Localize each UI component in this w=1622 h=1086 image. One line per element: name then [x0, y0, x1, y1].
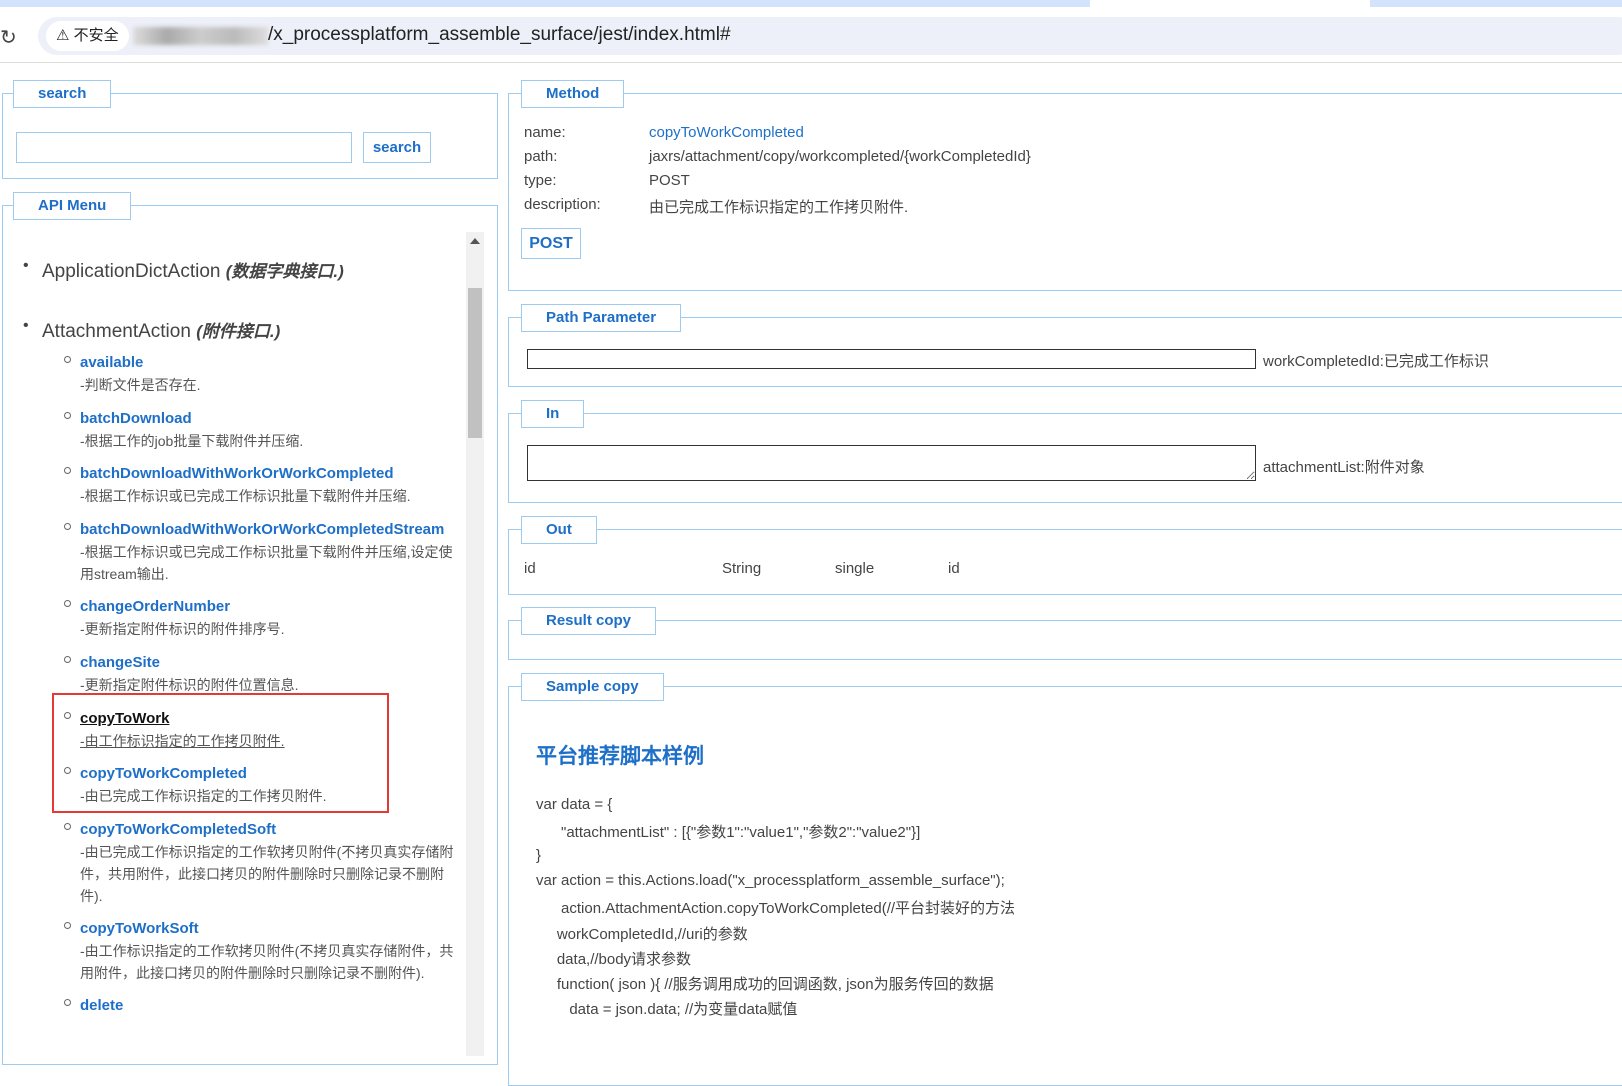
api-item-name[interactable]: delete: [80, 995, 465, 1017]
path-parameter-legend: Path Parameter: [521, 304, 682, 332]
highlight-box: [52, 693, 389, 813]
code-line: workCompletedId,//uri的参数: [536, 925, 748, 943]
api-menu-list: • ApplicationDictAction (数据字典接口.) • Attach…: [14, 230, 468, 1060]
circle-bullet-icon: [64, 823, 71, 830]
post-button[interactable]: POST: [521, 228, 581, 259]
out-field-multiplicity: single: [835, 560, 875, 577]
attachment-list-label: attachmentList:附件对象: [1263, 459, 1425, 476]
method-name: copyToWorkCompleted: [649, 124, 804, 141]
api-menu-item[interactable]: copyToWorkSoft -由工作标识指定的工作软拷贝附件(不拷贝真实存储附件…: [64, 918, 465, 984]
blurred-host: [133, 27, 268, 45]
api-menu-legend: API Menu: [13, 192, 132, 220]
group-name: AttachmentAction: [42, 321, 191, 342]
api-item-desc: -更新指定附件标识的附件位置信息.: [80, 677, 299, 693]
name-label: name:: [524, 124, 566, 141]
api-item-name[interactable]: available: [80, 352, 465, 374]
api-menu-item[interactable]: available -判断文件是否存在.: [64, 352, 465, 396]
out-field-name: id: [524, 560, 536, 577]
active-tab[interactable]: [1090, 0, 1370, 7]
result-copy-legend[interactable]: Result copy: [521, 607, 657, 635]
circle-bullet-icon: [64, 523, 71, 530]
work-completed-id-label: workCompletedId:已完成工作标识: [1263, 353, 1489, 370]
circle-bullet-icon: [64, 467, 71, 474]
circle-bullet-icon: [64, 999, 71, 1006]
description-label: description:: [524, 196, 601, 213]
code-line: function( json ){ //服务调用成功的回调函数, json为服务…: [536, 976, 994, 994]
search-legend: search: [13, 80, 112, 108]
api-menu-item[interactable]: batchDownloadWithWorkOrWorkCompletedStre…: [64, 519, 465, 585]
api-item-name[interactable]: batchDownload: [80, 408, 465, 430]
circle-bullet-icon: [64, 412, 71, 419]
code-line: var data = {: [536, 796, 613, 813]
result-panel: Result copy: [508, 607, 1622, 660]
sample-copy-legend[interactable]: Sample copy: [521, 673, 664, 701]
security-label: 不安全: [73, 27, 119, 44]
method-description: 由已完成工作标识指定的工作拷贝附件.: [649, 199, 909, 216]
api-menu-item[interactable]: batchDownload -根据工作的job批量下载附件并压缩.: [64, 408, 465, 452]
path-label: path:: [524, 148, 558, 165]
out-field-type: String: [722, 560, 762, 577]
circle-bullet-icon: [64, 656, 71, 663]
api-item-desc: -根据工作标识或已完成工作标识批量下载附件并压缩,设定使用stream输出.: [80, 544, 453, 582]
api-menu-item[interactable]: batchDownloadWithWorkOrWorkCompleted -根据工…: [64, 463, 465, 507]
tab-strip: [0, 0, 1622, 7]
code-line: data = json.data; //为变量data赋值: [536, 1001, 798, 1019]
api-menu-item[interactable]: copyToWorkCompletedSoft -由已完成工作标识指定的工作软拷贝…: [64, 819, 465, 907]
api-item-name[interactable]: copyToWorkSoft: [80, 918, 465, 940]
code-line: data,//body请求参数: [536, 950, 692, 968]
group-desc: (附件接口.): [196, 322, 281, 341]
method-panel: Method: [508, 80, 1622, 291]
code-line: action.AttachmentAction.copyToWorkComple…: [536, 900, 1016, 918]
scroll-up-icon[interactable]: [470, 238, 480, 244]
api-item-name[interactable]: copyToWorkCompletedSoft: [80, 819, 465, 841]
method-type: POST: [649, 172, 690, 189]
menu-group[interactable]: • ApplicationDictAction (数据字典接口.): [23, 257, 344, 283]
out-panel: Out: [508, 516, 1622, 595]
security-badge[interactable]: ⚠ 不安全: [46, 21, 129, 51]
out-legend: Out: [521, 516, 597, 544]
menu-scrollbar[interactable]: [466, 232, 484, 1056]
method-path: jaxrs/attachment/copy/workcompleted/{wor…: [649, 148, 1031, 165]
api-menu-item[interactable]: delete: [64, 995, 465, 1017]
search-button[interactable]: search: [363, 132, 431, 163]
api-item-name[interactable]: changeSite: [80, 652, 465, 674]
api-item-desc: -根据工作的job批量下载附件并压缩.: [80, 433, 304, 449]
scroll-thumb[interactable]: [468, 288, 482, 438]
api-item-name[interactable]: changeOrderNumber: [80, 596, 465, 618]
url-text[interactable]: /x_processplatform_assemble_surface/jest…: [268, 24, 731, 46]
code-line: }: [536, 846, 542, 864]
circle-bullet-icon: [64, 600, 71, 607]
code-line: var action = this.Actions.load("x_proces…: [536, 871, 1005, 889]
work-completed-id-input[interactable]: [527, 349, 1256, 369]
api-item-desc: -更新指定附件标识的附件排序号.: [80, 621, 285, 637]
group-name: ApplicationDictAction: [42, 261, 221, 282]
menu-group[interactable]: • AttachmentAction (附件接口.): [23, 317, 281, 343]
circle-bullet-icon: [64, 922, 71, 929]
reload-icon[interactable]: ↻: [0, 25, 17, 50]
api-item-desc: -由已完成工作标识指定的工作软拷贝附件(不拷贝真实存储附件，共用附件，此接口拷贝…: [80, 844, 454, 904]
api-item-desc: -由工作标识指定的工作软拷贝附件(不拷贝真实存储附件，共用附件，此接口拷贝的附件…: [80, 943, 454, 981]
code-line: "attachmentList" : [{"参数1":"value1","参数2…: [536, 824, 921, 842]
out-field-desc: id: [948, 560, 960, 577]
search-panel: search search: [2, 80, 498, 179]
group-desc: (数据字典接口.): [225, 262, 344, 281]
api-item-desc: -根据工作标识或已完成工作标识批量下载附件并压缩.: [80, 488, 411, 504]
api-item-desc: -判断文件是否存在.: [80, 377, 201, 393]
address-bar: ↻ ⚠ 不安全 /x_processplatform_assemble_surf…: [0, 7, 1622, 63]
api-item-name[interactable]: batchDownloadWithWorkOrWorkCompletedStre…: [80, 519, 465, 541]
attachment-list-textarea[interactable]: [527, 445, 1256, 481]
api-menu-item[interactable]: changeSite -更新指定附件标识的附件位置信息.: [64, 652, 465, 696]
circle-bullet-icon: [64, 356, 71, 363]
url-box[interactable]: ⚠ 不安全 /x_processplatform_assemble_surfac…: [38, 17, 1622, 55]
type-label: type:: [524, 172, 557, 189]
method-legend: Method: [521, 80, 625, 108]
search-input[interactable]: [16, 132, 352, 163]
sample-title: 平台推荐脚本样例: [536, 745, 704, 768]
api-menu-item[interactable]: changeOrderNumber -更新指定附件标识的附件排序号.: [64, 596, 465, 640]
api-item-name[interactable]: batchDownloadWithWorkOrWorkCompleted: [80, 463, 465, 485]
in-legend: In: [521, 400, 585, 428]
